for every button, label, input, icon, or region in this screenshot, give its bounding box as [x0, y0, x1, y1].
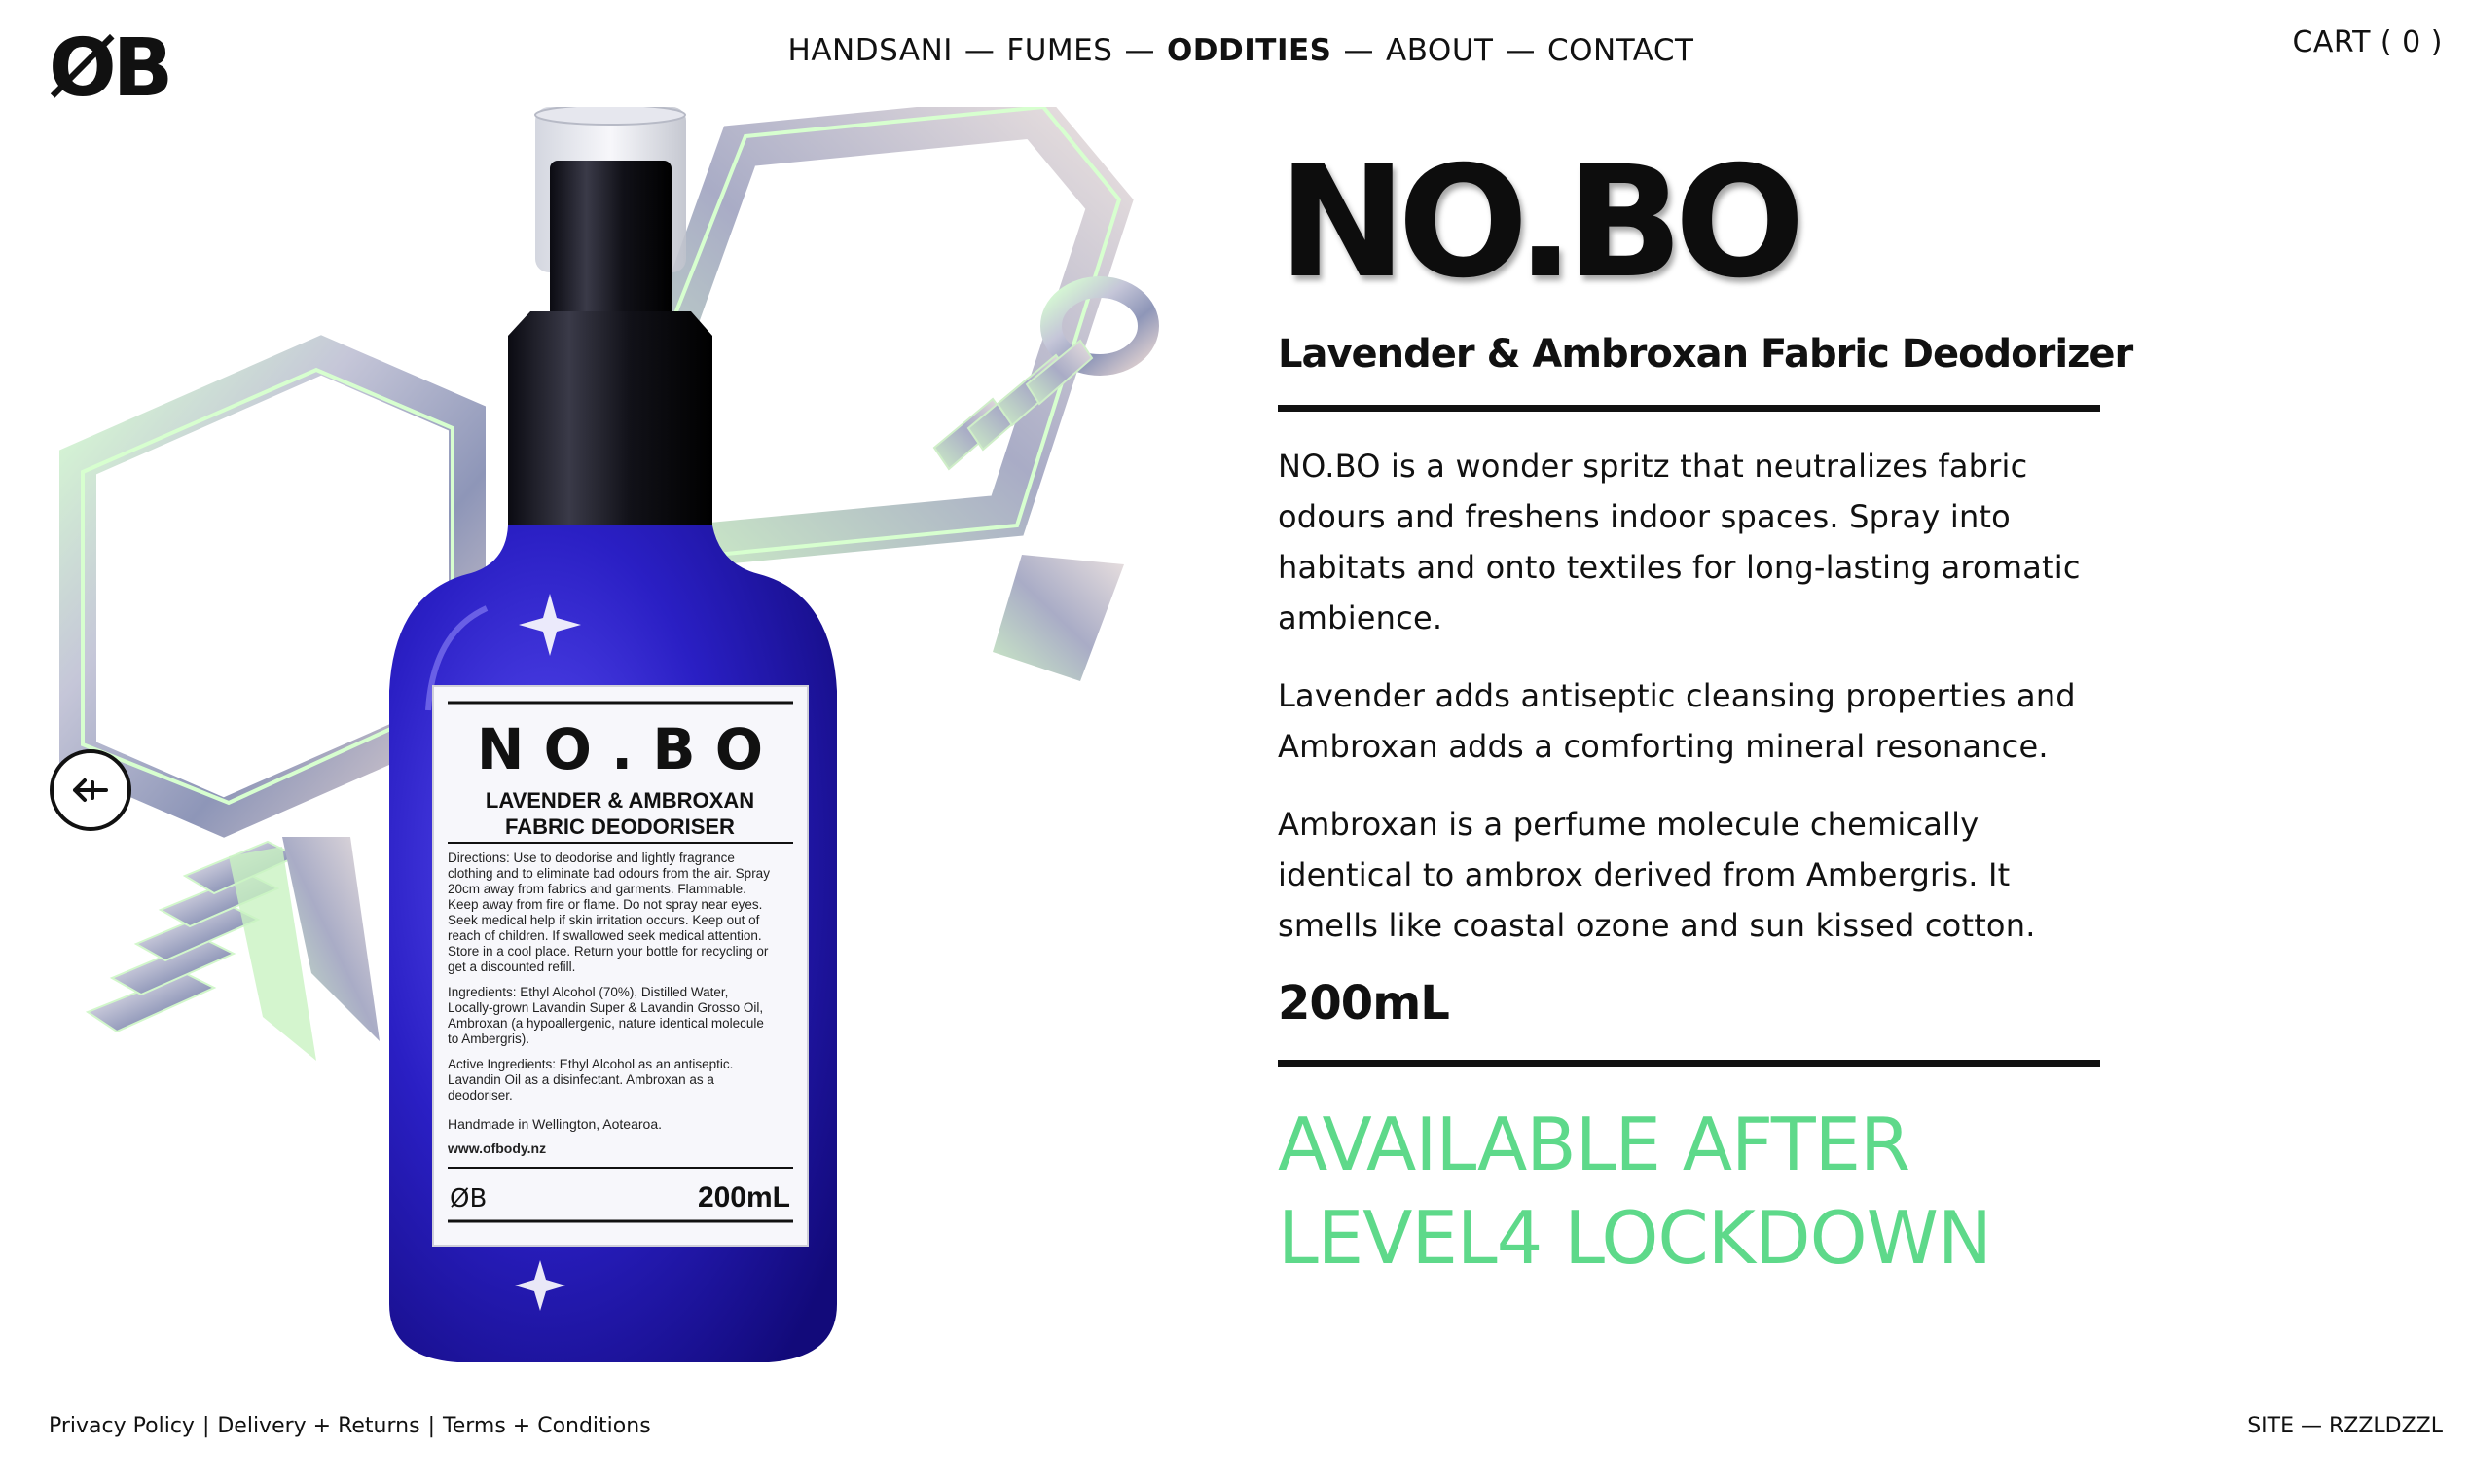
availability-notice: AVAILABLE AFTER LEVEL4 LOCKDOWN [1278, 1098, 2100, 1285]
bottle-label-made-in: Handmade in Wellington, Aotearoa. [448, 1116, 662, 1132]
svg-text:deodoriser.: deodoriser. [448, 1088, 513, 1103]
svg-text:Ingredients: Ethyl Alcohol (70: Ingredients: Ethyl Alcohol (70%), Distil… [448, 985, 728, 999]
svg-text:Locally-grown Lavandin Super &: Locally-grown Lavandin Super & Lavandin … [448, 1000, 763, 1015]
nav-item-handsani[interactable]: HANDSANI [788, 33, 953, 68]
site-credit-link[interactable]: SITE — RZZLDZZL [2247, 1414, 2443, 1438]
main-nav: HANDSANI — FUMES — ODDITIES — ABOUT — CO… [788, 29, 1693, 72]
bottle-label-directions: Directions: Use to deodorise and lightly… [448, 851, 770, 974]
svg-text:Directions: Use to deodorise a: Directions: Use to deodorise and lightly… [448, 851, 735, 865]
svg-text:Keep away from fire or flame.: Keep away from fire or flame. Do not spr… [448, 897, 762, 912]
svg-text:get a discounted refill.: get a discounted refill. [448, 959, 575, 974]
nav-item-fumes[interactable]: FUMES [1006, 33, 1112, 68]
svg-text:reach of children. If swallowe: reach of children. If swallowed seek med… [448, 928, 762, 943]
prev-product-button[interactable] [50, 749, 131, 831]
svg-text:Seek medical help if skin irri: Seek medical help if skin irritation occ… [448, 913, 760, 927]
privacy-policy-link[interactable]: Privacy Policy [49, 1414, 195, 1438]
svg-text:Store in a cool place. Return: Store in a cool place. Return your bottl… [448, 944, 769, 959]
nav-separator: — [963, 33, 996, 68]
nav-item-contact[interactable]: CONTACT [1547, 33, 1694, 68]
delivery-returns-link[interactable]: Delivery + Returns [217, 1414, 419, 1438]
nav-separator: — [1124, 33, 1155, 68]
bottle-label-logo: ØB [450, 1184, 487, 1213]
nav-separator: — [1343, 33, 1374, 68]
bottle-label-brand: N O . B O [477, 716, 763, 782]
footer-links: Privacy Policy | Delivery + Returns | Terms … [49, 1414, 651, 1438]
description-paragraph: Lavender adds antiseptic cleansing prope… [1278, 677, 2076, 765]
description-paragraph: Ambroxan is a perfume molecule chemicall… [1278, 806, 2036, 944]
product-volume: 200mL [1278, 976, 1450, 1031]
product-description: NO.BO is a wonder spritz that neutralize… [1278, 441, 2100, 951]
footer-separator: | [201, 1414, 210, 1438]
svg-text:to Ambergris).: to Ambergris). [448, 1032, 529, 1046]
footer-separator: | [427, 1414, 435, 1438]
logo[interactable]: ØB [49, 29, 173, 109]
svg-text:Active Ingredients: Ethyl Alco: Active Ingredients: Ethyl Alcohol as an … [448, 1057, 733, 1071]
description-paragraph: NO.BO is a wonder spritz that neutralize… [1278, 448, 2081, 636]
availability-line: LEVEL4 LOCKDOWN [1278, 1195, 1992, 1281]
nav-item-about[interactable]: ABOUT [1386, 33, 1493, 68]
availability-line: AVAILABLE AFTER [1278, 1102, 1910, 1187]
bottle-label-volume: 200mL [698, 1181, 790, 1213]
product-subtitle: Lavender & Ambroxan Fabric Deodorizer [1278, 332, 2133, 377]
spray-bottle-icon: N O . B O LAVENDER & AMBROXAN FABRIC DEO… [389, 107, 837, 1362]
arrow-left-icon [73, 778, 108, 802]
svg-text:Lavandin Oil as a disinfectant: Lavandin Oil as a disinfectant. Ambroxan… [448, 1072, 714, 1087]
svg-text:20cm away from fabrics and gar: 20cm away from fabrics and garments. Fla… [448, 882, 746, 896]
bottle-label-website: www.ofbody.nz [447, 1140, 546, 1156]
nav-item-oddities[interactable]: ODDITIES [1167, 33, 1332, 68]
cart-link[interactable]: CART ( 0 ) [2292, 25, 2443, 59]
terms-conditions-link[interactable]: Terms + Conditions [443, 1414, 651, 1438]
product-illustration: N O . B O LAVENDER & AMBROXAN FABRIC DEO… [59, 107, 1159, 1362]
nav-separator: — [1505, 33, 1536, 68]
bottle-label-name-line2: FABRIC DEODORISER [505, 814, 735, 839]
product-image: N O . B O LAVENDER & AMBROXAN FABRIC DEO… [58, 107, 1168, 1372]
product-info: NO.BO Lavender & Ambroxan Fabric Deodori… [1278, 133, 2133, 1285]
svg-text:Ambroxan (a hypoallergenic, na: Ambroxan (a hypoallergenic, nature ident… [448, 1016, 764, 1031]
divider [1278, 1060, 2100, 1067]
svg-text:clothing and to eliminate bad: clothing and to eliminate bad odours fro… [448, 866, 770, 881]
bottle-label-name-line1: LAVENDER & AMBROXAN [486, 788, 754, 813]
divider [1278, 405, 2100, 412]
product-title: NO.BO [1278, 133, 1805, 312]
